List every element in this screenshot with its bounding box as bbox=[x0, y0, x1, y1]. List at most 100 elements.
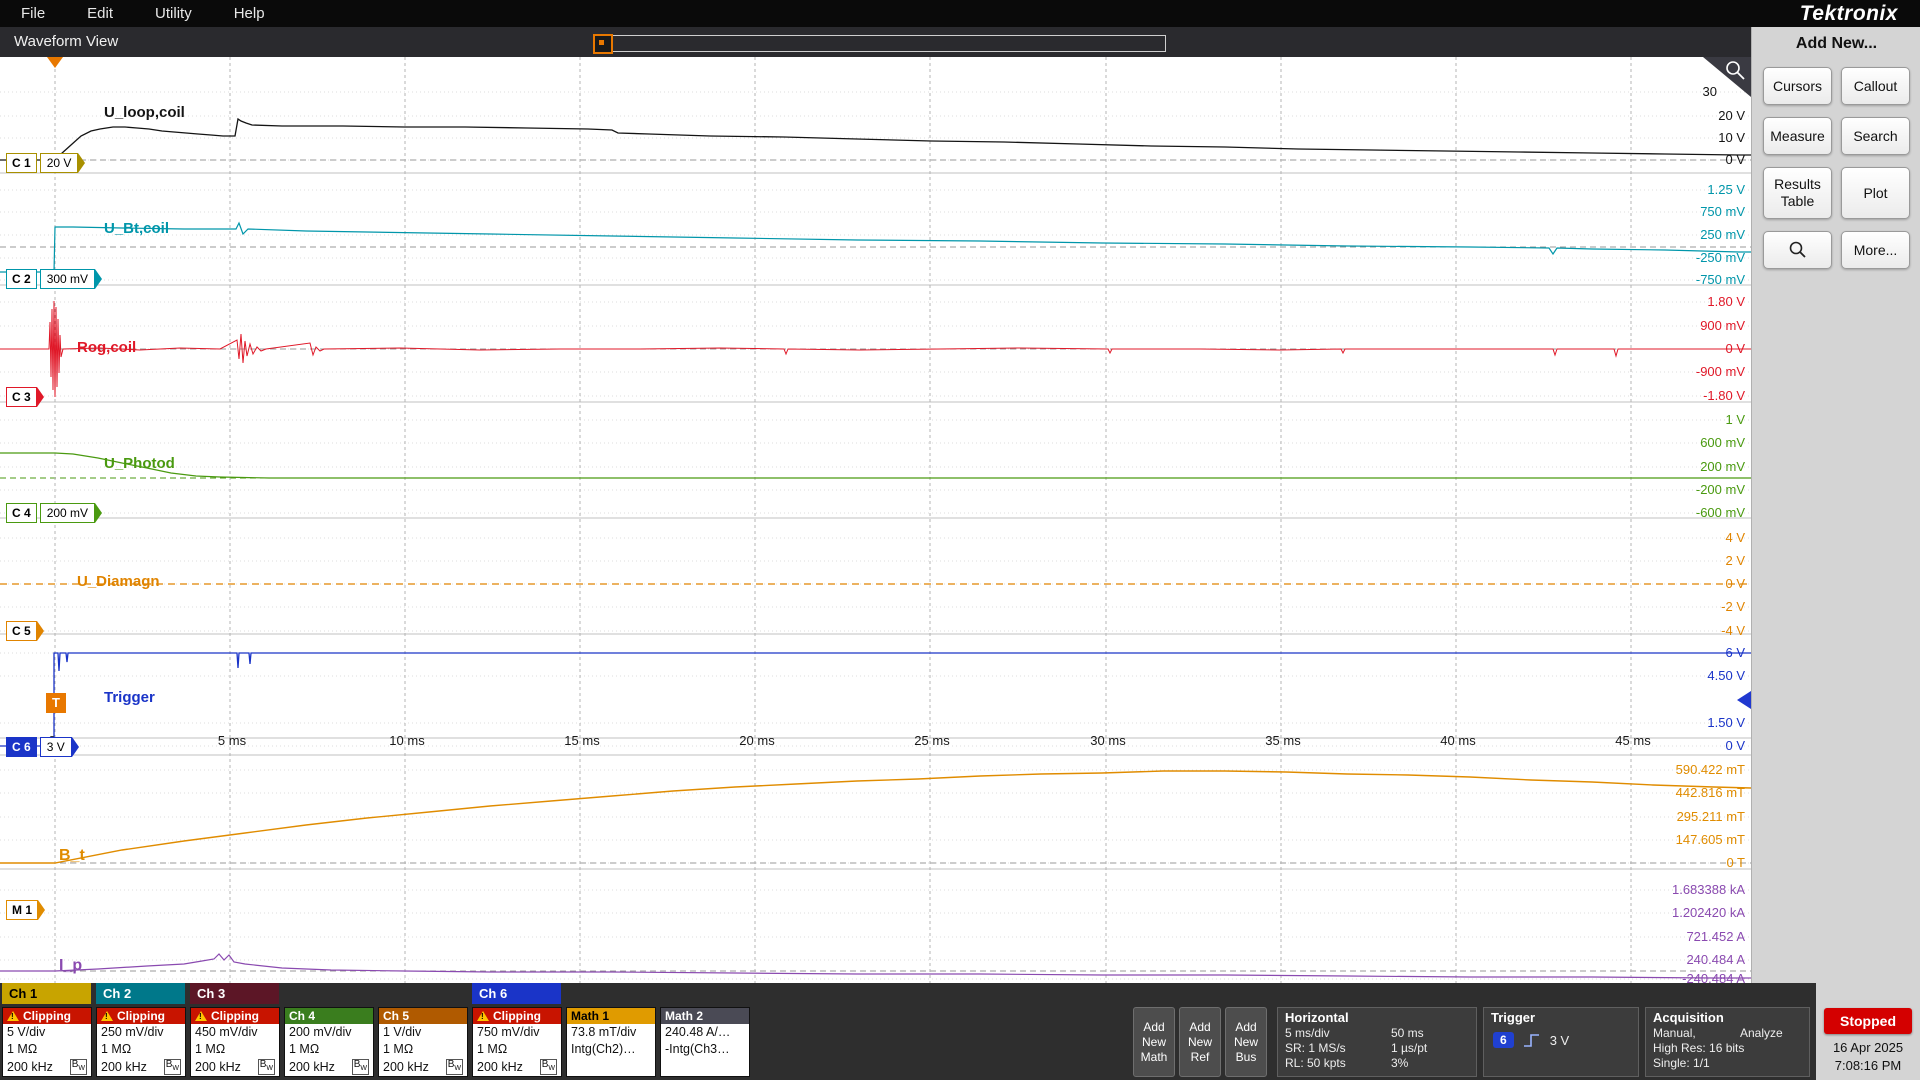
clipping-warning-icon bbox=[101, 1011, 113, 1021]
axis-label: 1.80 V bbox=[1707, 294, 1745, 310]
waveform-traces bbox=[0, 57, 1751, 983]
add-results-table-button[interactable]: Results Table bbox=[1763, 167, 1832, 219]
trace-c1 bbox=[0, 119, 1751, 160]
date-label: 16 Apr 2025 bbox=[1816, 1040, 1920, 1055]
badge-arrow bbox=[95, 503, 102, 523]
trace-label-ch3[interactable]: Rog,coil bbox=[77, 339, 136, 356]
axis-label: 200 mV bbox=[1700, 459, 1745, 475]
add-search-button[interactable]: Search bbox=[1841, 117, 1910, 155]
add-measure-button[interactable]: Measure bbox=[1763, 117, 1832, 155]
axis-label: 1.25 V bbox=[1707, 182, 1745, 198]
pan-handle[interactable] bbox=[593, 34, 613, 54]
axis-label: 442.816 mT bbox=[1676, 785, 1745, 801]
bandwidth-limit-icon: BW bbox=[352, 1059, 369, 1075]
axis-label: -2 V bbox=[1721, 599, 1745, 615]
waveform-view-title: Waveform View bbox=[14, 33, 118, 50]
channel-handle-ch2[interactable]: C 2 300 mV bbox=[6, 269, 102, 289]
badge-ch1[interactable]: Clipping 5 V/div 1 MΩ 200 kHzBW bbox=[2, 1007, 92, 1077]
axis-label: -250 mV bbox=[1696, 250, 1745, 266]
horizontal-pan-indicator[interactable] bbox=[594, 35, 1166, 52]
horizontal-panel[interactable]: Horizontal 5 ms/div50 ms SR: 1 MS/s1 µs/… bbox=[1277, 1007, 1477, 1077]
trigger-position-marker[interactable] bbox=[47, 57, 63, 68]
run-stop-button[interactable]: Stopped bbox=[1824, 1008, 1912, 1034]
channel-handle-ch4[interactable]: C 4 200 mV bbox=[6, 503, 102, 523]
badge-math2[interactable]: Math 2 240.48 A/… -Intg(Ch3… bbox=[660, 1007, 750, 1077]
trace-label-math1[interactable]: B_t bbox=[59, 847, 85, 865]
add-cursors-button[interactable]: Cursors bbox=[1763, 67, 1832, 105]
trace-label-ch6[interactable]: Trigger bbox=[104, 689, 155, 706]
clipping-warning-icon bbox=[477, 1011, 489, 1021]
badge-math1[interactable]: Math 1 73.8 mT/div Intg(Ch2)… bbox=[566, 1007, 656, 1077]
axis-label: 6 V bbox=[1725, 645, 1745, 661]
bandwidth-limit-icon: BW bbox=[70, 1059, 87, 1075]
time-label: 7:08:16 PM bbox=[1816, 1058, 1920, 1073]
add-plot-button[interactable]: Plot bbox=[1841, 167, 1910, 219]
menu-help[interactable]: Help bbox=[213, 5, 286, 22]
add-new-math-button[interactable]: Add New Math bbox=[1133, 1007, 1175, 1077]
badge-ch2[interactable]: Clipping 250 mV/div 1 MΩ 200 kHzBW bbox=[96, 1007, 186, 1077]
menu-utility[interactable]: Utility bbox=[134, 5, 213, 22]
trace-label-ch5[interactable]: U_Diamagn bbox=[77, 573, 160, 590]
axis-label: -200 mV bbox=[1696, 482, 1745, 498]
add-new-bus-button[interactable]: Add New Bus bbox=[1225, 1007, 1267, 1077]
trace-c3 bbox=[0, 301, 1751, 397]
badge-ch3[interactable]: Clipping 450 mV/div 1 MΩ 200 kHzBW bbox=[190, 1007, 280, 1077]
add-callout-button[interactable]: Callout bbox=[1841, 67, 1910, 105]
time-axis-label: 30 ms bbox=[1090, 733, 1125, 748]
axis-label: 750 mV bbox=[1700, 204, 1745, 220]
menu-bar: File Edit Utility Help Tektronix bbox=[0, 0, 1920, 27]
results-bar: Add New... Cursors Callout Measure Searc… bbox=[1751, 27, 1920, 1080]
trigger-source-badge[interactable]: T bbox=[46, 693, 66, 713]
trace-label-math2[interactable]: I_p bbox=[59, 957, 82, 975]
axis-label: -1.80 V bbox=[1703, 388, 1745, 404]
badge-ch4[interactable]: Ch 4 200 mV/div 1 MΩ 200 kHzBW bbox=[284, 1007, 374, 1077]
trigger-level-marker[interactable] bbox=[1737, 691, 1751, 709]
trace-c2 bbox=[0, 223, 1751, 272]
channel-handle-ch5[interactable]: C 5 bbox=[6, 621, 44, 641]
tab-ch1[interactable]: Ch 1 bbox=[2, 983, 91, 1004]
time-axis-label: 15 ms bbox=[564, 733, 599, 748]
menu-file[interactable]: File bbox=[0, 5, 66, 22]
badge-header: Clipping bbox=[23, 1008, 71, 1024]
tab-ch6[interactable]: Ch 6 bbox=[472, 983, 561, 1004]
tab-ch3[interactable]: Ch 3 bbox=[190, 983, 279, 1004]
add-new-ref-button[interactable]: Add New Ref bbox=[1179, 1007, 1221, 1077]
channel-handle-ch6[interactable]: C 6 3 V bbox=[6, 737, 79, 757]
badge-arrow bbox=[78, 153, 85, 173]
axis-label: 20 V bbox=[1718, 108, 1745, 124]
tab-ch2[interactable]: Ch 2 bbox=[96, 983, 185, 1004]
time-axis-label: 45 ms bbox=[1615, 733, 1650, 748]
zoom-corner-button[interactable] bbox=[1703, 57, 1751, 97]
zoom-button[interactable] bbox=[1763, 231, 1832, 269]
badge-header: Clipping bbox=[117, 1008, 165, 1024]
bandwidth-limit-icon: BW bbox=[446, 1059, 463, 1075]
channel-handle-ch1[interactable]: C 1 20 V bbox=[6, 153, 85, 173]
waveform-view-titlebar: Waveform View bbox=[0, 27, 1751, 57]
trace-label-ch1[interactable]: U_loop,coil bbox=[104, 104, 185, 121]
channel-handle-ch3[interactable]: C 3 bbox=[6, 387, 44, 407]
badge-arrow bbox=[72, 737, 79, 757]
trace-label-ch4[interactable]: U_Photod bbox=[104, 455, 175, 472]
badge-arrow bbox=[38, 900, 45, 920]
time-axis-label: 20 ms bbox=[739, 733, 774, 748]
trigger-source-chip: 6 bbox=[1493, 1032, 1514, 1048]
menu-edit[interactable]: Edit bbox=[66, 5, 134, 22]
trace-label-ch2[interactable]: U_Bt,coil bbox=[104, 220, 169, 237]
badge-ch6[interactable]: Clipping 750 mV/div 1 MΩ 200 kHzBW bbox=[472, 1007, 562, 1077]
time-axis-label: 5 ms bbox=[218, 733, 246, 748]
axis-label: 0 V bbox=[1725, 576, 1745, 592]
acquisition-panel[interactable]: Acquisition Manual,Analyze High Res: 16 … bbox=[1645, 1007, 1810, 1077]
time-axis-label: 35 ms bbox=[1265, 733, 1300, 748]
settings-bar: Ch 1 Ch 2 Ch 3 Ch 6 Clipping 5 V/div 1 M… bbox=[0, 983, 1816, 1080]
trigger-panel[interactable]: Trigger 6 3 V bbox=[1483, 1007, 1639, 1077]
badge-arrow bbox=[37, 387, 44, 407]
axis-label: 4 V bbox=[1725, 530, 1745, 546]
more-button[interactable]: More... bbox=[1841, 231, 1910, 269]
axis-label: 590.422 mT bbox=[1676, 762, 1745, 778]
axis-label: 295.211 mT bbox=[1677, 809, 1745, 825]
waveform-plot[interactable]: U_loop,coil U_Bt,coil Rog,coil U_Photod … bbox=[0, 57, 1752, 983]
scope-application: File Edit Utility Help Tektronix Wavefor… bbox=[0, 0, 1920, 1080]
badge-ch5[interactable]: Ch 5 1 V/div 1 MΩ 200 kHzBW bbox=[378, 1007, 468, 1077]
tektronix-logo: Tektronix bbox=[1800, 2, 1898, 26]
channel-handle-math1[interactable]: M 1 bbox=[6, 900, 45, 920]
